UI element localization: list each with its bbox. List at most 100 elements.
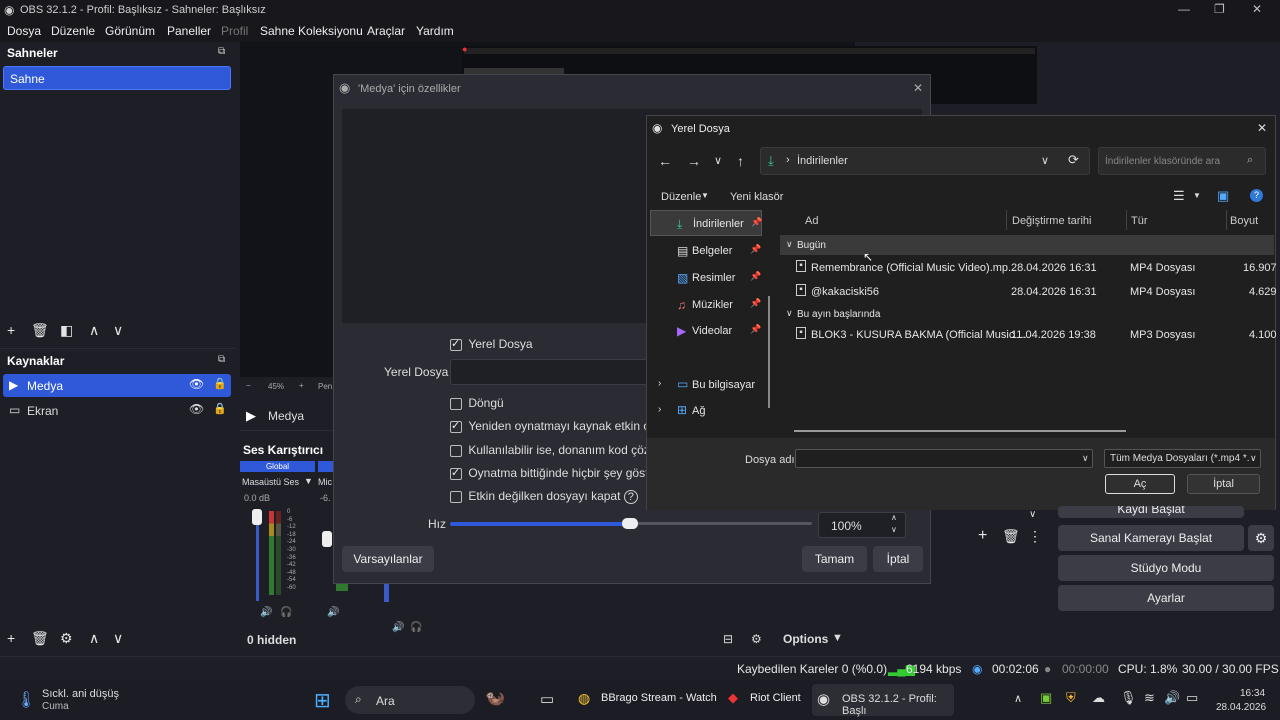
microphone-icon[interactable]: 🎙: [1120, 690, 1137, 706]
move-up-button[interactable]: ∧: [89, 630, 99, 647]
cancel-button[interactable]: İptal: [873, 546, 923, 572]
menu-view[interactable]: Görünüm: [105, 24, 155, 38]
cloud-icon[interactable]: ☁: [1092, 690, 1105, 706]
minimize-button[interactable]: —: [1178, 2, 1190, 16]
group-header-today[interactable]: ∨ Bugün: [780, 235, 1274, 255]
close-button[interactable]: ✕: [1252, 2, 1262, 16]
menu-profile[interactable]: Profil: [221, 24, 248, 38]
group-header-month[interactable]: ∨ Bu ayın başlarında: [780, 304, 1274, 324]
add-source-button[interactable]: +: [7, 630, 15, 646]
headphones-icon[interactable]: 🎧: [280, 607, 292, 618]
move-down-button[interactable]: ∨: [113, 630, 123, 647]
menu-tools[interactable]: Araçlar: [367, 24, 405, 38]
global-tab[interactable]: Global: [240, 461, 315, 472]
source-item-media[interactable]: ▶ Medya 👁 🔒: [3, 374, 231, 397]
open-button[interactable]: Aç: [1105, 474, 1175, 494]
taskbar-app-riot[interactable]: Riot Client: [750, 692, 801, 704]
eye-icon[interactable]: 👁: [189, 402, 204, 416]
lock-icon[interactable]: 🔒: [213, 377, 227, 390]
clock-date[interactable]: 28.04.2026: [1216, 702, 1266, 713]
close-inactive-checkbox[interactable]: Etkin değilken dosyayı kapat ?: [450, 489, 638, 504]
clock-time[interactable]: 16:34: [1240, 688, 1265, 699]
new-folder-button[interactable]: Yeni klasör: [730, 191, 783, 203]
hw-decode-checkbox[interactable]: Kullanılabilir ise, donanım kod çözm: [450, 443, 660, 457]
wifi-icon[interactable]: ≋: [1144, 690, 1155, 706]
sidebar-scrollbar[interactable]: [768, 296, 770, 408]
menu-help[interactable]: Yardım: [416, 24, 454, 38]
forward-button[interactable]: →: [687, 153, 701, 169]
file-row[interactable]: ▪ BLOK3 - KUSURA BAKMA (Official Music .…: [780, 324, 1277, 346]
gear-icon[interactable]: ⚙: [60, 630, 73, 647]
undock-icon[interactable]: ⧉: [218, 354, 225, 365]
chevron-down-icon[interactable]: ▼: [701, 191, 709, 200]
add-scene-button[interactable]: +: [7, 322, 15, 338]
windows-start-icon[interactable]: ⊞: [314, 688, 331, 713]
column-date[interactable]: Değiştirme tarihi: [1012, 215, 1091, 227]
sidebar-item-videos[interactable]: ▶ Videolar 📌: [650, 318, 762, 344]
speed-spinbox[interactable]: 100% ∧ ∨: [818, 512, 906, 538]
widget-icon[interactable]: 🦦: [485, 688, 505, 708]
studio-mode-button[interactable]: Stüdyo Modu: [1058, 555, 1274, 581]
sidebar-item-this-pc[interactable]: › ▭ Bu bilgisayar: [650, 372, 762, 398]
restart-checkbox[interactable]: Yeniden oynatmayı kaynak etkin old: [450, 419, 659, 433]
organize-menu[interactable]: Düzenle: [661, 191, 701, 203]
file-row[interactable]: ▪ @kakaciski56 28.04.2026 16:31 MP4 Dosy…: [780, 281, 1277, 303]
lock-icon[interactable]: 🔒: [213, 402, 227, 415]
up-button[interactable]: ↑: [737, 153, 744, 169]
weather-icon[interactable]: 🌡: [16, 690, 36, 710]
delete-source-button[interactable]: 🗑: [31, 630, 49, 647]
riot-icon[interactable]: ◆: [728, 690, 738, 706]
filename-input[interactable]: ∨: [795, 449, 1093, 468]
zoom-in-button[interactable]: +: [299, 381, 304, 390]
scene-item[interactable]: Sahne: [3, 66, 231, 90]
search-input[interactable]: İndirilenler klasöründe ara ⌕: [1098, 147, 1266, 175]
move-down-button[interactable]: ∨: [113, 322, 123, 339]
chevron-down-icon[interactable]: ▼: [1193, 191, 1201, 200]
horizontal-scrollbar[interactable]: [794, 430, 1126, 432]
recent-dropdown-icon[interactable]: ∨: [714, 154, 722, 167]
sidebar-item-pictures[interactable]: ▧ Resimler 📌: [650, 265, 762, 291]
chevron-down-icon[interactable]: ▼: [832, 632, 843, 644]
speaker-icon[interactable]: 🔊: [392, 622, 404, 633]
file-type-select[interactable]: Tüm Medya Dosyaları (*.mp4 *. ∨: [1104, 449, 1261, 468]
eye-icon[interactable]: 👁: [189, 377, 204, 391]
sidebar-item-music[interactable]: ♫ Müzikler 📌: [650, 292, 762, 318]
volume-icon[interactable]: 🔊: [1164, 690, 1180, 706]
options-button[interactable]: Options: [783, 632, 828, 646]
shield-icon[interactable]: ⛨: [1066, 690, 1076, 706]
sidebar-item-downloads[interactable]: ⤓ İndirilenler 📌: [650, 210, 762, 236]
menu-file[interactable]: Dosya: [7, 24, 41, 38]
start-virtual-camera-button[interactable]: Sanal Kamerayı Başlat: [1058, 525, 1244, 551]
undock-icon[interactable]: ⧉: [218, 46, 225, 57]
close-icon[interactable]: ✕: [913, 81, 923, 95]
headphones-icon[interactable]: 🎧: [410, 622, 422, 633]
move-up-button[interactable]: ∧: [89, 322, 99, 339]
gear-icon[interactable]: ⚙: [751, 632, 762, 646]
ok-button[interactable]: Tamam: [802, 546, 867, 572]
column-size[interactable]: Boyut: [1230, 215, 1258, 227]
menu-edit[interactable]: Düzenle: [51, 24, 95, 38]
more-icon[interactable]: ⋮: [1028, 528, 1042, 545]
address-bar[interactable]: ⤓ › İndirilenler ∨ ⟳: [760, 147, 1090, 175]
zoom-out-button[interactable]: −: [246, 381, 251, 390]
filter-icon[interactable]: ◧: [60, 322, 73, 339]
sidebar-item-network[interactable]: › ⊞ Ağ: [650, 398, 762, 424]
back-button[interactable]: ←: [658, 153, 672, 169]
loop-checkbox[interactable]: Döngü: [450, 396, 504, 410]
speed-slider-handle[interactable]: [622, 518, 638, 529]
speaker-icon[interactable]: 🔊: [260, 607, 272, 618]
chrome-icon[interactable]: ◍: [578, 690, 590, 707]
view-menu-icon[interactable]: ☰: [1173, 188, 1185, 204]
taskbar-app-chrome[interactable]: BBrago Stream - Watch: [601, 692, 717, 704]
defaults-button[interactable]: Varsayılanlar: [342, 546, 434, 572]
sidebar-item-documents[interactable]: ▤ Belgeler 📌: [650, 238, 762, 264]
add-transition-button[interactable]: +: [978, 527, 987, 545]
local-file-checkbox[interactable]: Yerel Dosya: [450, 337, 533, 351]
local-file-input[interactable]: [450, 359, 650, 385]
volume-slider[interactable]: [252, 509, 262, 525]
preview-pane-icon[interactable]: ▣: [1217, 188, 1229, 204]
maximize-button[interactable]: ❐: [1214, 2, 1225, 16]
chevron-down-icon[interactable]: ∨: [1029, 509, 1036, 520]
layout-icon[interactable]: ⊟: [723, 632, 733, 646]
column-type[interactable]: Tür: [1131, 215, 1148, 227]
